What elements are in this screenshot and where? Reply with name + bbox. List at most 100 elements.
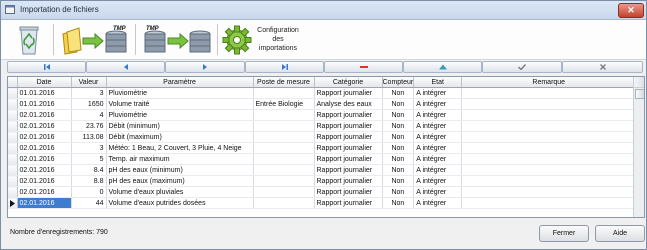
cell-parameter[interactable]: Temp. air maximum	[106, 153, 254, 165]
cell-parameter[interactable]: Débit (minimum)	[106, 120, 254, 132]
cell-station[interactable]	[253, 164, 315, 176]
cell-value[interactable]: 113.08	[71, 131, 107, 143]
cell-parameter[interactable]: Pluviométrie	[106, 109, 254, 121]
cell-remark[interactable]	[461, 153, 637, 165]
row-indicator[interactable]	[8, 153, 18, 165]
cell-parameter[interactable]: Météo: 1 Beau, 2 Couvert, 3 Pluie, 4 Nei…	[106, 142, 254, 154]
help-button[interactable]: Aide	[595, 225, 645, 242]
cell-category[interactable]: Rapport journalier	[314, 153, 383, 165]
import-to-tmp-icon[interactable]: TMP	[61, 22, 129, 57]
cell-remark[interactable]	[461, 109, 637, 121]
cell-value[interactable]: 3	[71, 87, 107, 99]
table-row[interactable]: 01.01.2016 1650 Volume traité Entrée Biolog…	[8, 98, 637, 110]
prev-record-button[interactable]	[86, 61, 165, 73]
next-record-button[interactable]	[165, 61, 245, 73]
close-button[interactable]: Fermer	[539, 225, 589, 242]
confirm-button[interactable]	[482, 61, 562, 73]
cell-state[interactable]: A intégrer	[413, 120, 463, 132]
column-header-counter[interactable]: Compteur	[382, 77, 415, 88]
cell-category[interactable]: Rapport journalier	[314, 109, 383, 121]
cell-counter[interactable]: Non	[382, 142, 415, 154]
row-indicator[interactable]	[8, 186, 18, 198]
cell-category[interactable]: Rapport journalier	[314, 186, 383, 198]
cell-station[interactable]	[253, 131, 315, 143]
delete-record-button[interactable]	[324, 61, 403, 73]
import-data-grid[interactable]: Date Valeur Paramètre Poste de mesure Ca…	[7, 76, 645, 218]
cell-state[interactable]: A intégrer	[413, 109, 463, 121]
column-header-date[interactable]: Date	[17, 77, 72, 88]
column-header-remark[interactable]: Remarque	[461, 77, 637, 88]
cell-category[interactable]: Rapport journalier	[314, 197, 383, 209]
row-indicator[interactable]	[8, 109, 18, 121]
cell-value[interactable]: 5	[71, 153, 107, 165]
cell-value[interactable]: 8.4	[71, 164, 107, 176]
cell-state[interactable]: A intégrer	[413, 142, 463, 154]
cell-value[interactable]: 44	[71, 197, 107, 209]
cell-counter[interactable]: Non	[382, 186, 415, 198]
close-window-button[interactable]: ✕	[618, 3, 644, 18]
cell-station[interactable]	[253, 186, 315, 198]
cell-category[interactable]: Rapport journalier	[314, 120, 383, 132]
cell-category[interactable]: Rapport journalier	[314, 142, 383, 154]
cell-remark[interactable]	[461, 120, 637, 132]
cell-value[interactable]: 4	[71, 109, 107, 121]
column-header-parameter[interactable]: Paramètre	[106, 77, 254, 88]
row-indicator[interactable]	[8, 175, 18, 187]
cell-parameter[interactable]: Débit (maximum)	[106, 131, 254, 143]
cell-date[interactable]: 02.01.2016	[17, 197, 72, 209]
cell-category[interactable]: Rapport journalier	[314, 175, 383, 187]
cell-state[interactable]: A intégrer	[413, 197, 463, 209]
row-indicator[interactable]	[8, 142, 18, 154]
cell-remark[interactable]	[461, 175, 637, 187]
table-row[interactable]: 02.01.2016 113.08 Débit (maximum) Rapport j…	[8, 131, 637, 143]
row-indicator[interactable]	[8, 131, 18, 143]
column-header-value[interactable]: Valeur	[71, 77, 107, 88]
cell-date[interactable]: 02.01.2016	[17, 142, 72, 154]
cell-counter[interactable]: Non	[382, 87, 415, 99]
cell-state[interactable]: A intégrer	[413, 131, 463, 143]
cell-counter[interactable]: Non	[382, 120, 415, 132]
scroll-up-arrow[interactable]	[634, 77, 644, 88]
cell-parameter[interactable]: Pluviométrie	[106, 87, 254, 99]
table-row[interactable]: 02.01.2016 23.76 Débit (minimum) Rapport jo…	[8, 120, 637, 132]
cell-remark[interactable]	[461, 164, 637, 176]
cell-remark[interactable]	[461, 87, 637, 99]
gear-icon[interactable]	[221, 22, 253, 57]
table-row[interactable]: 02.01.2016 4 Pluviométrie Rapport journalie…	[8, 109, 637, 121]
cell-parameter[interactable]: pH des eaux (maximum)	[106, 175, 254, 187]
column-header-category[interactable]: Catégorie	[314, 77, 383, 88]
cell-counter[interactable]: Non	[382, 197, 415, 209]
cell-counter[interactable]: Non	[382, 175, 415, 187]
column-header-state[interactable]: Etat	[413, 77, 463, 88]
cell-remark[interactable]	[461, 131, 637, 143]
cell-date[interactable]: 01.01.2016	[17, 87, 72, 99]
cell-station[interactable]	[253, 153, 315, 165]
cell-value[interactable]: 8.8	[71, 175, 107, 187]
cell-category[interactable]: Rapport journalier	[314, 164, 383, 176]
recycle-bin-icon[interactable]	[15, 22, 43, 57]
cell-value[interactable]: 1650	[71, 98, 107, 110]
cell-date[interactable]: 02.01.2016	[17, 164, 72, 176]
cell-date[interactable]: 02.01.2016	[17, 120, 72, 132]
table-row[interactable]: 02.01.2016 8.8 pH des eaux (maximum) Rappor…	[8, 175, 637, 187]
cell-state[interactable]: A intégrer	[413, 98, 463, 110]
cell-state[interactable]: A intégrer	[413, 175, 463, 187]
cell-category[interactable]: Analyse des eaux	[314, 98, 383, 110]
cell-category[interactable]: Rapport journalier	[314, 87, 383, 99]
last-record-button[interactable]	[245, 61, 324, 73]
cell-category[interactable]: Rapport journalier	[314, 131, 383, 143]
cell-date[interactable]: 02.01.2016	[17, 153, 72, 165]
cell-remark[interactable]	[461, 197, 637, 209]
cell-date[interactable]: 02.01.2016	[17, 131, 72, 143]
row-indicator[interactable]	[8, 87, 18, 99]
column-header-station[interactable]: Poste de mesure	[253, 77, 315, 88]
cell-station[interactable]	[253, 197, 315, 209]
cell-station[interactable]	[253, 175, 315, 187]
scroll-thumb[interactable]	[635, 89, 644, 99]
cell-state[interactable]: A intégrer	[413, 153, 463, 165]
table-row[interactable]: 02.01.2016 8.4 pH des eaux (minimum) Rappor…	[8, 164, 637, 176]
first-record-button[interactable]	[7, 61, 86, 73]
cell-remark[interactable]	[461, 98, 637, 110]
cancel-button[interactable]	[562, 61, 643, 73]
tmp-to-database-icon[interactable]: TMP	[143, 22, 213, 57]
